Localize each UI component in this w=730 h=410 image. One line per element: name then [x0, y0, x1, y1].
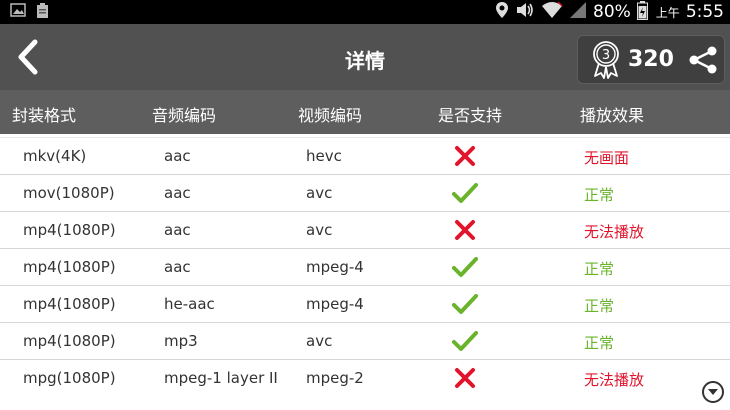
- cell-audio: he-aac: [164, 295, 215, 313]
- table-header: 封装格式 音频编码 视频编码 是否支持 播放效果: [0, 90, 730, 134]
- table-row[interactable]: mkv(4K) aac hevc 无画面: [0, 137, 730, 174]
- cell-video: avc: [306, 184, 333, 202]
- award-medal-icon: 3: [593, 40, 619, 79]
- share-icon[interactable]: [688, 45, 718, 75]
- cell-container: mp4(1080P): [23, 258, 116, 276]
- header-effect: 播放效果: [580, 106, 645, 125]
- cell-audio: aac: [164, 221, 191, 239]
- app-bar: 详情 3 320: [0, 24, 730, 90]
- cell-effect: 无画面: [584, 149, 630, 167]
- cell-effect: 正常: [584, 334, 615, 352]
- cell-video: mpeg-4: [306, 295, 364, 313]
- cross-icon: [452, 144, 478, 168]
- check-icon: [452, 329, 478, 353]
- table-row[interactable]: mp4(1080P) mp3 avc 正常: [0, 322, 730, 359]
- badge-box[interactable]: 3 320: [577, 35, 725, 84]
- header-container: 封装格式: [12, 106, 77, 125]
- clipboard-icon: [36, 3, 49, 24]
- chevron-down-icon: [708, 389, 718, 395]
- cross-icon: [452, 218, 478, 242]
- check-icon: [452, 292, 478, 316]
- cell-effect: 正常: [584, 260, 615, 278]
- cell-video: avc: [306, 221, 333, 239]
- cell-video: hevc: [306, 147, 342, 165]
- cell-video: mpeg-4: [306, 258, 364, 276]
- volume-icon: [515, 1, 535, 23]
- cell-container: mpg(1080P): [23, 369, 116, 387]
- table-row[interactable]: mpg(1080P) mpeg-1 layer II mpeg-2 无法播放: [0, 359, 730, 396]
- cell-audio: aac: [164, 258, 191, 276]
- wifi-icon: [541, 1, 563, 23]
- cell-effect: 正常: [584, 297, 615, 315]
- cell-container: mp4(1080P): [23, 295, 116, 313]
- header-video: 视频编码: [298, 106, 363, 125]
- cell-container: mp4(1080P): [23, 221, 116, 239]
- cell-effect: 无法播放: [584, 371, 645, 389]
- clock: 5:55: [685, 2, 724, 22]
- location-icon: [495, 1, 509, 23]
- header-supported: 是否支持: [438, 106, 503, 125]
- cell-effect: 无法播放: [584, 223, 645, 241]
- cell-video: mpeg-2: [306, 369, 364, 387]
- cell-audio: aac: [164, 147, 191, 165]
- table-row[interactable]: mp4(1080P) aac mpeg-4 正常: [0, 248, 730, 285]
- cell-effect: 正常: [584, 186, 615, 204]
- badge-count: 320: [628, 47, 674, 72]
- table-row[interactable]: mp4(1080P) he-aac mpeg-4 正常: [0, 285, 730, 322]
- codec-table: mkv(4K) aac hevc 无画面 mov(1080P) aac avc 正常 mp4(1…: [0, 137, 730, 396]
- battery-icon: [636, 0, 648, 24]
- clock-prefix: 上午: [655, 5, 680, 20]
- signal-icon: [569, 1, 587, 23]
- scroll-down-button[interactable]: [702, 381, 724, 403]
- table-row[interactable]: mp4(1080P) aac avc 无法播放: [0, 211, 730, 248]
- table-row[interactable]: mov(1080P) aac avc 正常: [0, 174, 730, 211]
- status-bar: 80% 上午 5:55: [0, 0, 730, 24]
- image-icon: [10, 3, 26, 24]
- header-audio: 音频编码: [152, 106, 217, 125]
- cross-icon: [452, 366, 478, 390]
- cell-audio: mpeg-1 layer II: [164, 369, 278, 387]
- cell-container: mkv(4K): [23, 147, 87, 165]
- cell-video: avc: [306, 332, 333, 350]
- cell-audio: aac: [164, 184, 191, 202]
- cell-audio: mp3: [164, 332, 198, 350]
- check-icon: [452, 181, 478, 205]
- cell-container: mov(1080P): [23, 184, 115, 202]
- cell-container: mp4(1080P): [23, 332, 116, 350]
- badge-level: 3: [602, 48, 610, 63]
- check-icon: [452, 255, 478, 279]
- battery-percent: 80%: [593, 2, 631, 22]
